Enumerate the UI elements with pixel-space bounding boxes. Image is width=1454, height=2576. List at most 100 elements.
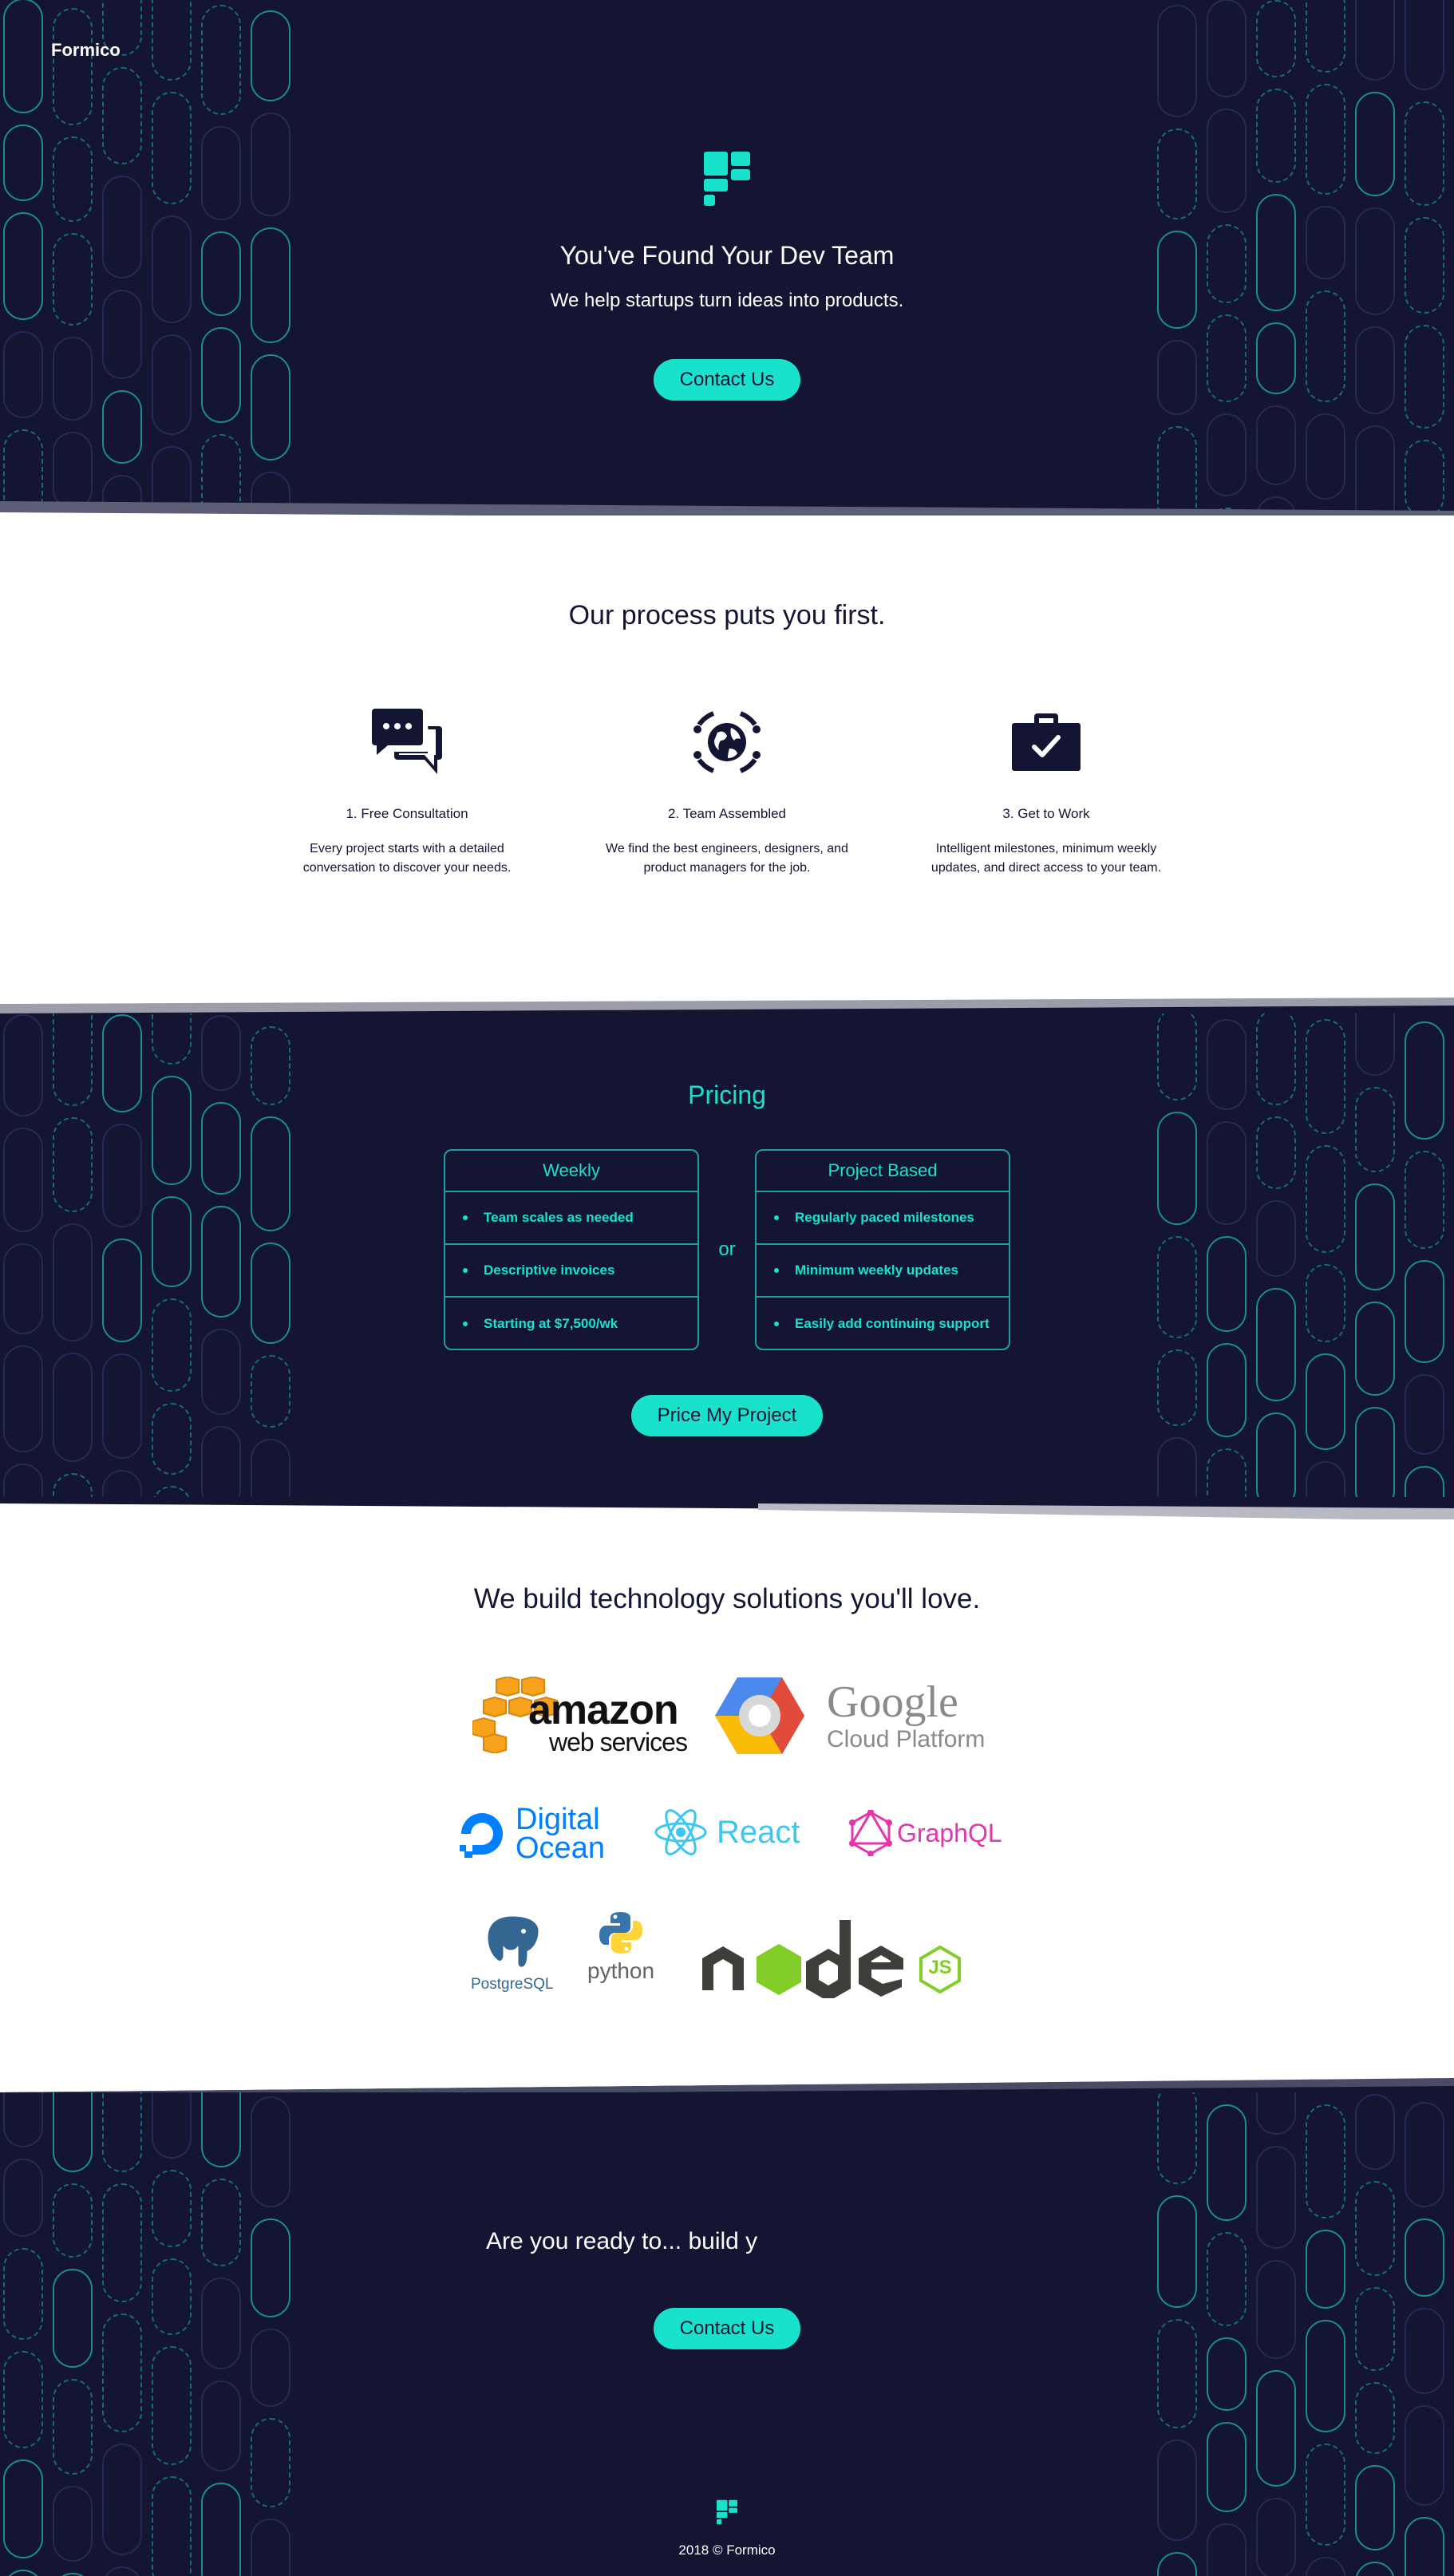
pattern-pill (1306, 1019, 1345, 1134)
pattern-pill (1405, 101, 1444, 206)
pricing-card-title: Weekly (445, 1151, 697, 1192)
react-logo: React (654, 1808, 800, 1856)
tech-section: We build technology solutions you'll lov… (0, 1519, 1454, 2084)
pattern-pill (1256, 2146, 1296, 2249)
contact-us-button[interactable]: Contact Us (654, 2308, 800, 2349)
google-cloud-logo: Google Cloud Platform (715, 1676, 985, 1756)
pricing-feature-text: Descriptive invoices (484, 1262, 615, 1278)
brand-name[interactable]: Formico (51, 40, 121, 61)
chat-bubbles-icon (263, 702, 551, 782)
pattern-pill (1405, 440, 1444, 511)
pattern-pill (3, 1345, 43, 1452)
pattern-pill (3, 2159, 43, 2237)
nodejs-wordmark-icon (702, 1920, 961, 1998)
pricing-heading: Pricing (688, 1081, 766, 1109)
pattern-pill (1405, 1260, 1444, 1363)
pattern-pill (1157, 2319, 1197, 2428)
pricing-card-project: Project Based Regularly paced milestones… (755, 1149, 1010, 1350)
digitalocean-logo: Digital Ocean (456, 1804, 605, 1866)
pattern-pill (1355, 2382, 1395, 2454)
pattern-pill (1157, 2195, 1197, 2308)
aws-wordmark: amazon (528, 1687, 679, 1733)
footer-cta-section: Are you ready to... build y Contact Us 2… (0, 2092, 1454, 2576)
react-atom-icon (654, 1809, 707, 1855)
pattern-pill (1157, 340, 1197, 415)
pattern-pill (1157, 1349, 1197, 1426)
pricing-feature-text: Team scales as needed (484, 1210, 634, 1225)
pattern-pill (1355, 2465, 1395, 2550)
pattern-pill (1207, 413, 1247, 496)
pattern-pill (1207, 0, 1247, 97)
pricing-feature-text: Starting at $7,500/wk (484, 1316, 618, 1331)
pattern-pill (1256, 322, 1296, 394)
pattern-pill (1306, 2320, 1345, 2432)
pattern-pill (1256, 89, 1296, 183)
pattern-pill (152, 1013, 192, 1065)
pattern-pill (201, 2380, 241, 2471)
pattern-pill (1306, 2230, 1345, 2309)
pattern-pill (1256, 0, 1296, 77)
graphql-logo: GraphQL (849, 1810, 1002, 1856)
pattern-pill (53, 136, 93, 222)
pattern-pill (201, 1426, 241, 1505)
pattern-pill (152, 2476, 192, 2576)
nodejs-logo: JS node (699, 1910, 986, 1998)
pattern-pill (201, 434, 241, 511)
process-step: 2. Team Assembled We find the best engin… (583, 702, 871, 878)
pattern-pill (1207, 109, 1247, 213)
pattern-pill (1306, 0, 1345, 73)
pattern-pill (1355, 2181, 1395, 2276)
price-my-project-button[interactable]: Price My Project (631, 1395, 823, 1436)
postgresql-logo: PostgreSQL (471, 1910, 554, 1993)
step-description: product managers for the job. (643, 861, 811, 875)
digitalocean-icon (460, 1813, 503, 1859)
pattern-pill (1405, 0, 1444, 90)
step-description: Every project starts with a detailed (310, 842, 504, 855)
pattern-pill (251, 2096, 290, 2207)
bullet-icon (463, 1215, 468, 1220)
pattern-pill (1405, 1374, 1444, 1455)
digitalocean-word2: Ocean (516, 1831, 605, 1866)
pattern-pill (201, 126, 241, 220)
pricing-section: Pricing Weekly Team scales as needed Des… (0, 1013, 1454, 1505)
globe-team-icon (583, 702, 871, 782)
pattern-pill (1355, 425, 1395, 511)
pattern-pill (1405, 325, 1444, 429)
pattern-pill (152, 1403, 192, 1475)
hero-title: You've Found Your Dev Team (559, 241, 895, 270)
graphql-icon (849, 1810, 892, 1856)
react-wordmark: React (717, 1814, 800, 1850)
pattern-pill (152, 2258, 192, 2335)
pattern-pill (152, 92, 192, 204)
pattern-pill (53, 2379, 93, 2475)
node-wordmark: node (699, 1910, 700, 1911)
pattern-pill (152, 2092, 192, 2159)
pattern-pill (1207, 1121, 1247, 1225)
pattern-pill (53, 2573, 93, 2576)
pattern-pill (3, 124, 43, 201)
pricing-feature: Team scales as needed (445, 1192, 697, 1245)
pattern-pill (1157, 128, 1197, 219)
pattern-pill (201, 2179, 241, 2266)
tech-heading: We build technology solutions you'll lov… (473, 1583, 981, 1614)
pattern-pill (3, 1128, 43, 1232)
python-snakes-icon (599, 1912, 643, 1954)
pattern-pill (53, 1353, 93, 1462)
hero-subtitle: We help startups turn ideas into product… (550, 290, 904, 311)
pattern-pill (152, 2346, 192, 2465)
pattern-pill (1355, 1407, 1395, 1505)
pattern-pill (1157, 5, 1197, 117)
pattern-pill (1207, 2104, 1247, 2221)
pattern-pill (201, 1102, 241, 1195)
pattern-pill (1256, 2370, 1296, 2487)
pattern-pill (251, 2329, 290, 2407)
pattern-pill (53, 2092, 93, 2172)
pattern-pill (201, 1329, 241, 1415)
pattern-pill (152, 2170, 192, 2247)
pattern-pill (1355, 2562, 1395, 2576)
pattern-pill (53, 337, 93, 421)
contact-us-button[interactable]: Contact Us (654, 359, 800, 401)
graphql-wordmark: GraphQL (897, 1818, 1002, 1847)
briefcase-check-icon (903, 702, 1190, 782)
pattern-pill (102, 1124, 142, 1227)
